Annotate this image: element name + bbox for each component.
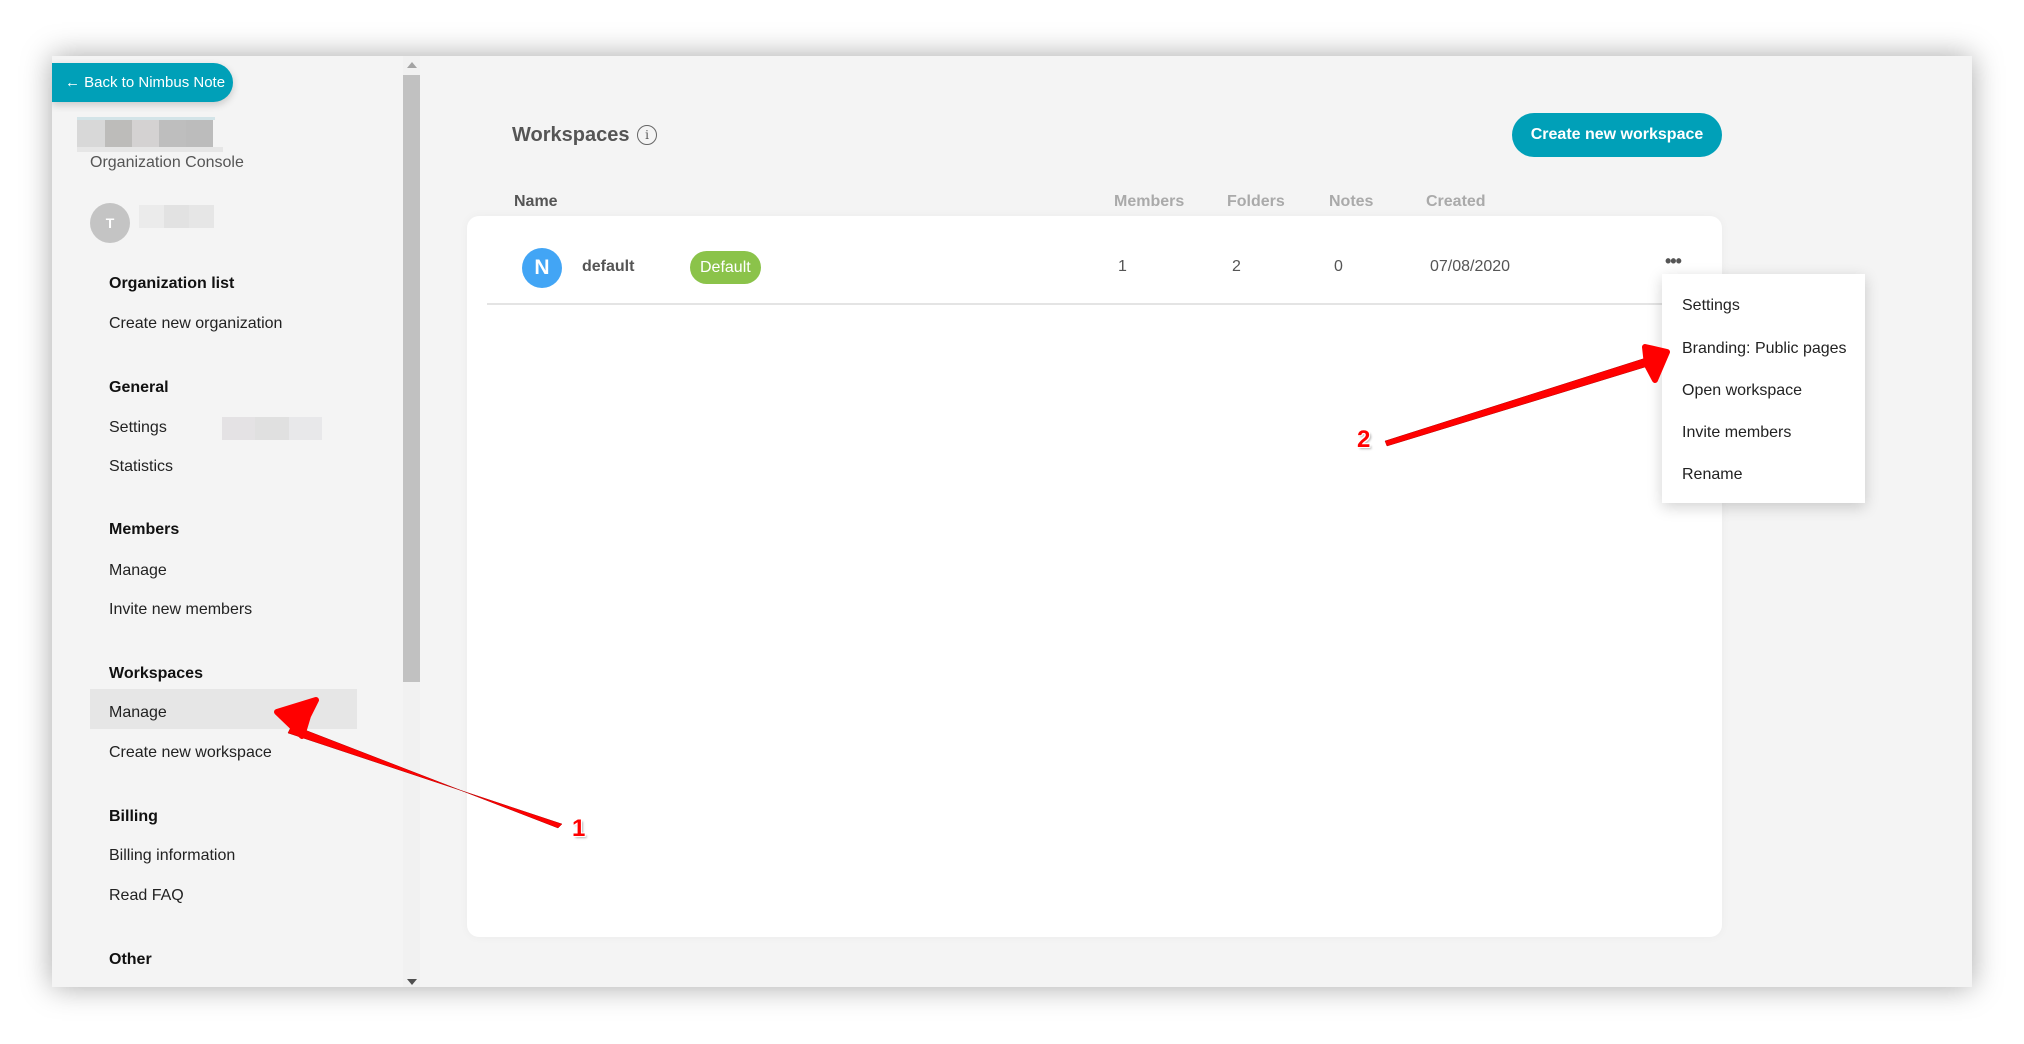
user-name-redacted bbox=[139, 205, 214, 228]
workspace-context-menu: Settings Branding: Public pages Open wor… bbox=[1662, 274, 1865, 503]
user-avatar[interactable]: T bbox=[90, 203, 130, 243]
column-header-folders: Folders bbox=[1227, 193, 1285, 210]
annotation-label-1: 1 bbox=[572, 815, 586, 842]
sidebar-item-members-manage[interactable]: Manage bbox=[109, 562, 167, 580]
scrollbar-thumb[interactable] bbox=[403, 75, 420, 682]
sidebar-item-invite-new-members[interactable]: Invite new members bbox=[109, 601, 252, 619]
organization-logo-redacted bbox=[77, 117, 223, 152]
main-content: Workspaces i Create new workspace Name M… bbox=[422, 56, 1972, 987]
menu-item-branding-public-pages[interactable]: Branding: Public pages bbox=[1682, 340, 1847, 358]
sidebar-scrollbar[interactable] bbox=[403, 56, 420, 987]
sidebar-item-read-faq[interactable]: Read FAQ bbox=[109, 887, 184, 905]
sidebar-item-statistics[interactable]: Statistics bbox=[109, 458, 173, 476]
sidebar-item-create-new-workspace[interactable]: Create new workspace bbox=[109, 744, 272, 762]
sidebar: ← Back to Nimbus Note Organization Conso… bbox=[52, 56, 402, 987]
table-row[interactable]: N default Default 1 2 0 07/08/2020 ••• bbox=[487, 216, 1722, 305]
scroll-up-arrow-icon[interactable] bbox=[407, 62, 417, 68]
created-date: 07/08/2020 bbox=[1430, 258, 1511, 275]
menu-item-settings[interactable]: Settings bbox=[1682, 297, 1740, 315]
section-heading-billing: Billing bbox=[109, 808, 158, 825]
menu-item-invite-members[interactable]: Invite members bbox=[1682, 424, 1791, 442]
workspaces-table-card: N default Default 1 2 0 07/08/2020 ••• bbox=[467, 216, 1722, 937]
column-header-notes: Notes bbox=[1329, 193, 1374, 210]
settings-redacted bbox=[222, 417, 322, 440]
section-heading-organization-list: Organization list bbox=[109, 275, 235, 292]
column-header-created: Created bbox=[1426, 193, 1486, 210]
workspace-name[interactable]: default bbox=[582, 258, 634, 276]
section-heading-other: Other bbox=[109, 951, 152, 968]
info-icon[interactable]: i bbox=[637, 125, 657, 145]
menu-item-rename[interactable]: Rename bbox=[1682, 466, 1742, 484]
page-title: Workspaces bbox=[512, 124, 630, 146]
back-to-nimbus-note-button[interactable]: ← Back to Nimbus Note bbox=[52, 63, 233, 102]
annotation-label-2: 2 bbox=[1357, 426, 1371, 453]
notes-count: 0 bbox=[1334, 258, 1343, 275]
default-badge: Default bbox=[690, 251, 761, 284]
app-window: ← Back to Nimbus Note Organization Conso… bbox=[52, 56, 1972, 987]
sidebar-item-create-new-organization[interactable]: Create new organization bbox=[109, 315, 282, 333]
section-heading-general: General bbox=[109, 379, 169, 396]
members-count: 1 bbox=[1118, 258, 1127, 275]
scroll-down-arrow-icon[interactable] bbox=[407, 979, 417, 985]
create-new-workspace-button[interactable]: Create new workspace bbox=[1512, 113, 1722, 157]
sidebar-item-workspaces-manage[interactable]: Manage bbox=[109, 704, 167, 722]
section-heading-workspaces: Workspaces bbox=[109, 665, 203, 682]
column-header-name: Name bbox=[514, 193, 558, 210]
workspace-avatar: N bbox=[522, 248, 562, 288]
sidebar-item-settings[interactable]: Settings bbox=[109, 419, 167, 437]
organization-console-label: Organization Console bbox=[90, 154, 244, 171]
menu-item-open-workspace[interactable]: Open workspace bbox=[1682, 382, 1802, 400]
column-header-members: Members bbox=[1114, 193, 1185, 210]
sidebar-item-billing-information[interactable]: Billing information bbox=[109, 847, 235, 865]
section-heading-members: Members bbox=[109, 521, 180, 538]
folders-count: 2 bbox=[1232, 258, 1241, 275]
more-options-icon[interactable]: ••• bbox=[1665, 251, 1682, 272]
